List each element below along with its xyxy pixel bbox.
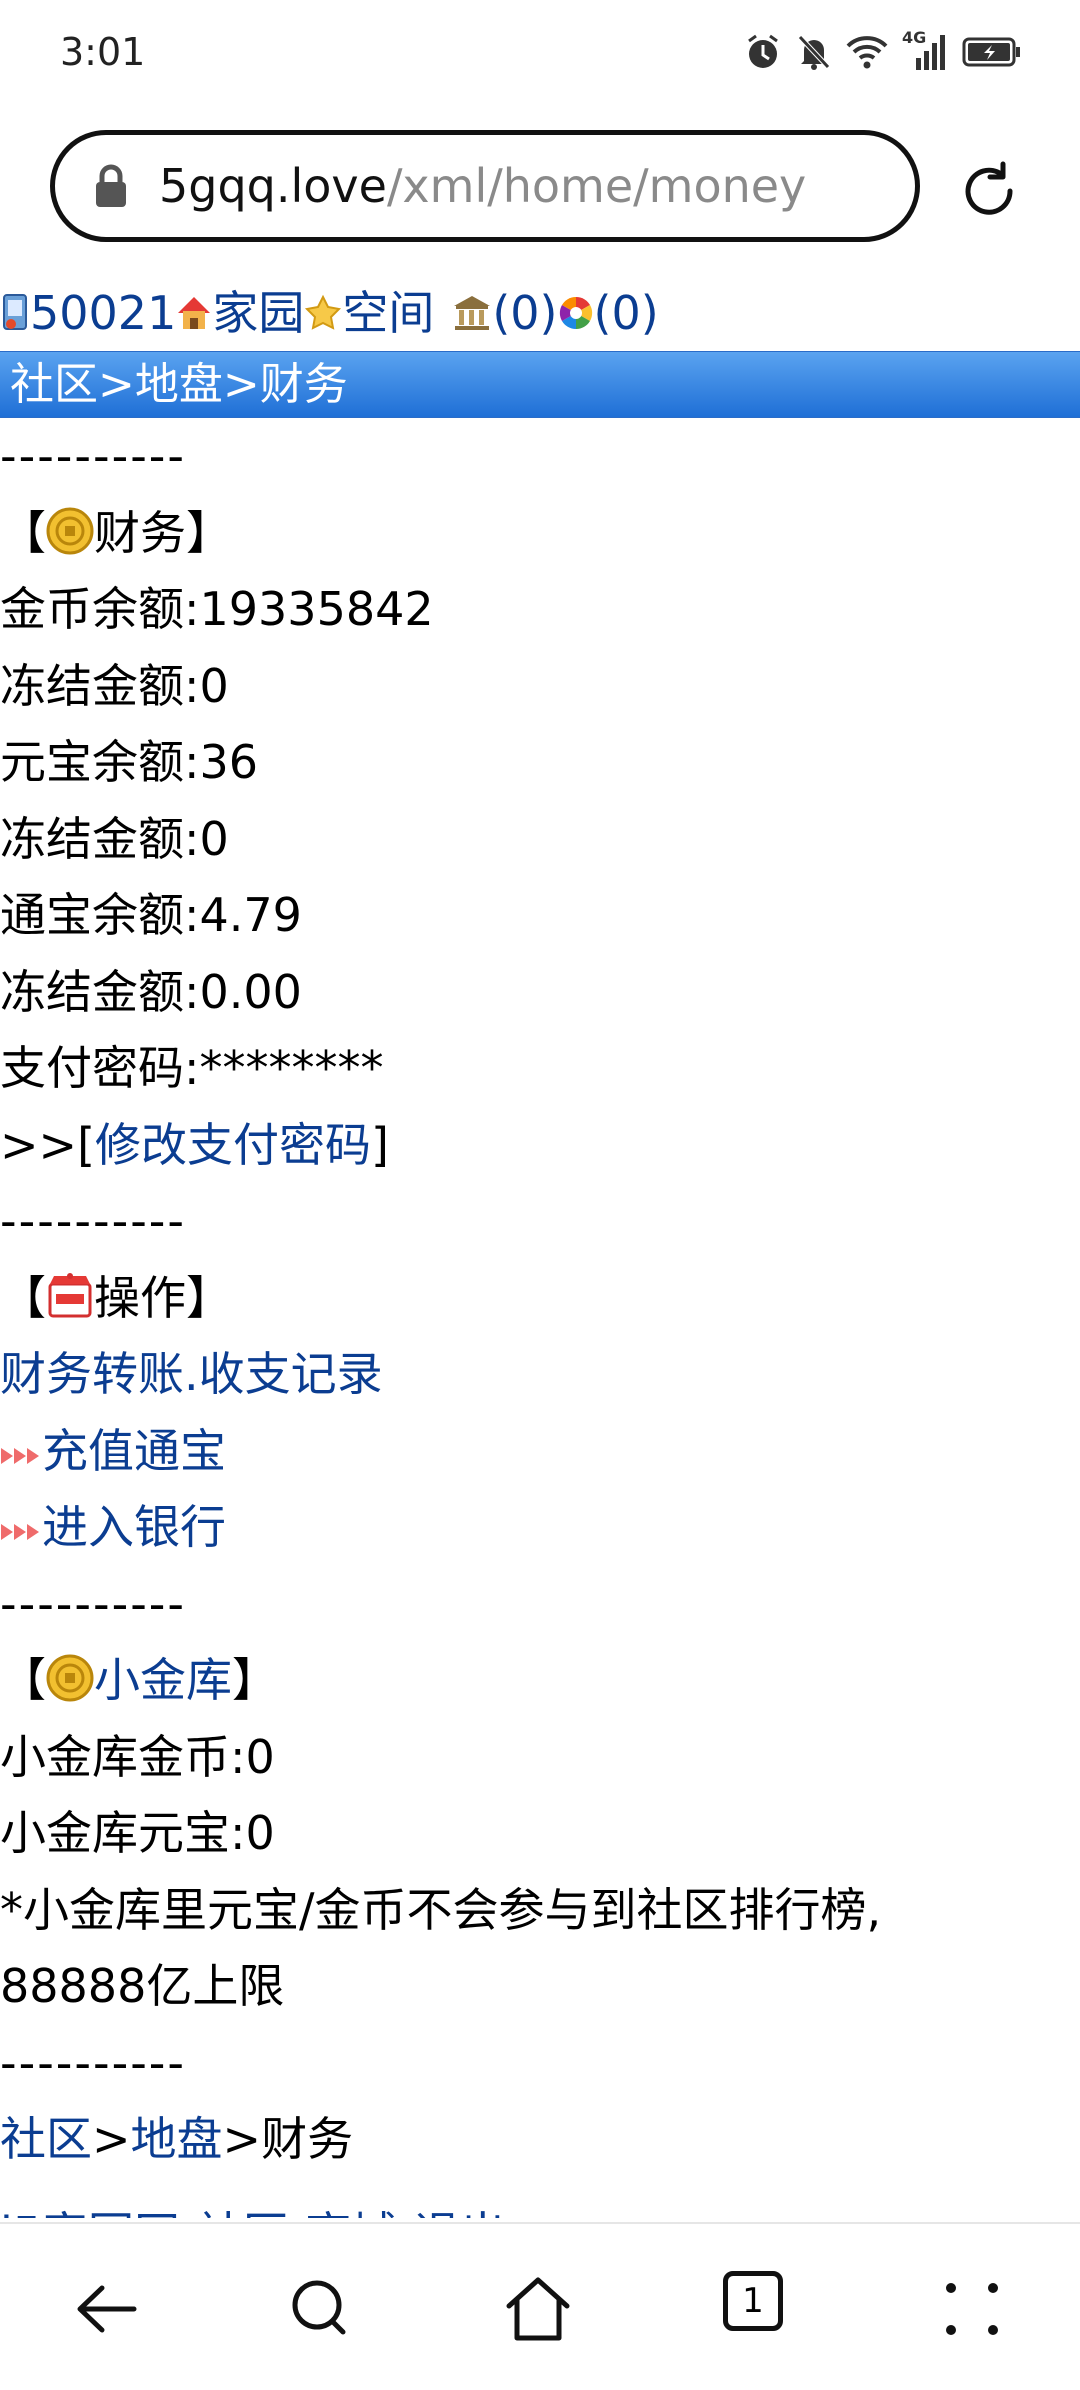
- mute-icon: [798, 35, 830, 70]
- bottom-community-link[interactable]: 社区: [0, 2112, 92, 2166]
- gold-coin-icon: [46, 1654, 94, 1702]
- divider: ----------: [0, 1194, 186, 1248]
- status-time: 3:01: [60, 30, 146, 74]
- finance-heading: 【财务】: [0, 495, 1080, 572]
- bottom-breadcrumb: 社区>地盘>财务: [0, 2101, 1080, 2178]
- tongbao-frozen: 冻结金额:0.00: [0, 964, 302, 1019]
- divider: ----------: [0, 2035, 186, 2090]
- bracket-open: 【: [0, 1270, 46, 1325]
- triple-arrow-icon: [1, 1447, 39, 1464]
- vault-yuanbao: 小金库元宝:0: [0, 1806, 275, 1860]
- breadcrumb-sep: >: [98, 359, 135, 410]
- vault-note-line1: *小金库里元宝/金币不会参与到社区排行榜,: [0, 1882, 882, 1937]
- bracket-open: 【: [0, 505, 46, 560]
- browser-bottom-bar: 1: [0, 2222, 1080, 2390]
- operation-title: 操作: [94, 1270, 186, 1325]
- breadcrumb-sep: >: [222, 359, 260, 410]
- bank-link[interactable]: 进入银行: [42, 1500, 226, 1554]
- recharge-row: 充值通宝: [0, 1413, 1080, 1490]
- status-icons: 4G: [744, 28, 1022, 74]
- transfer-link[interactable]: 财务转账: [0, 1347, 184, 1401]
- bracket-close: 】: [232, 1653, 278, 1707]
- home-link[interactable]: 家园: [212, 275, 304, 352]
- top-nav: 50021 家园 空间 (0) (0): [0, 275, 1080, 351]
- lock-icon: [96, 164, 126, 207]
- shop-icon: [48, 1272, 92, 1317]
- url-host: 5gqq.love: [159, 159, 387, 213]
- vault-title-link[interactable]: 小金库: [94, 1653, 232, 1707]
- modify-password-row: >>[修改支付密码]: [0, 1107, 1080, 1184]
- link-dot: .: [184, 1347, 199, 1401]
- modify-password-link[interactable]: 修改支付密码: [95, 1118, 371, 1172]
- breadcrumb-finance: 财务: [259, 359, 348, 410]
- vault-heading: 【小金库】: [0, 1642, 1080, 1719]
- wifi-icon: [846, 36, 888, 69]
- pay-password: 支付密码:********: [0, 1041, 384, 1095]
- reload-icon[interactable]: [958, 160, 1020, 222]
- bank-count-link[interactable]: (0): [492, 275, 557, 352]
- tongbao-balance: 通宝余额:4.79: [0, 888, 302, 942]
- bank-row: 进入银行: [0, 1489, 1080, 1566]
- home-icon: [178, 297, 211, 329]
- operation-heading: 【操作】: [0, 1260, 1080, 1337]
- yuanbao-balance: 元宝余额:36: [0, 735, 259, 789]
- recharge-link[interactable]: 充值通宝: [42, 1424, 226, 1478]
- yuanbao-frozen: 冻结金额:0: [0, 811, 229, 866]
- triple-arrow-icon: [1, 1524, 39, 1540]
- url-path: /xml/home/money: [386, 159, 807, 213]
- color-wheel-icon: [559, 296, 592, 330]
- bottom-finance-label: 财务: [261, 2112, 354, 2166]
- menu-dots-icon[interactable]: [937, 2274, 1007, 2344]
- vault-note-line2: 88888亿上限: [0, 1959, 285, 2013]
- bracket-close: 】: [186, 1270, 232, 1325]
- bracket-close: 】: [186, 505, 232, 560]
- gold-coin-icon: [46, 507, 94, 554]
- search-icon[interactable]: [286, 2274, 356, 2344]
- gold-balance: 金币余额:19335842: [0, 582, 434, 636]
- breadcrumb-sep: >: [92, 2112, 131, 2166]
- home-nav-icon[interactable]: [503, 2274, 573, 2344]
- breadcrumb-land[interactable]: 地盘: [135, 359, 223, 410]
- battery-icon: [962, 37, 1020, 67]
- user-phone-icon: [3, 294, 27, 330]
- transfer-row: 财务转账.收支记录: [0, 1336, 1080, 1413]
- star-icon: [305, 294, 342, 330]
- space-link[interactable]: 空间: [342, 275, 434, 352]
- footer-links-cut: i5家园网-社区-商城-退出: [0, 2178, 1080, 2218]
- divider: ----------: [0, 1576, 186, 1631]
- breadcrumb-sep: >: [222, 2112, 262, 2166]
- breadcrumb-bar: 社区>地盘>财务: [0, 351, 1080, 418]
- divider: ----------: [0, 429, 186, 483]
- user-id-link[interactable]: 50021: [30, 275, 176, 352]
- back-arrow-icon[interactable]: [72, 2274, 142, 2344]
- gold-frozen: 冻结金额:0: [0, 658, 229, 713]
- alarm-icon: [748, 34, 778, 68]
- bracket-open: 【: [0, 1653, 46, 1707]
- finance-title: 财务: [94, 505, 186, 560]
- message-count-link[interactable]: (0): [594, 275, 659, 352]
- modify-suffix: ]: [371, 1117, 389, 1172]
- bottom-land-link[interactable]: 地盘: [131, 2112, 223, 2166]
- modify-prefix: >>[: [0, 1117, 96, 1172]
- bank-icon: [454, 296, 491, 330]
- record-link[interactable]: 收支记录: [199, 1347, 383, 1401]
- url-text[interactable]: 5gqq.love/xml/home/money: [159, 159, 806, 213]
- page-content: 50021 家园 空间 (0) (0) 社区>地盘>财务 ---------- …: [0, 275, 1080, 2218]
- tab-count-button[interactable]: 1: [723, 2271, 783, 2331]
- breadcrumb-community[interactable]: 社区: [10, 359, 98, 410]
- signal-icon: 4G: [902, 28, 948, 72]
- address-bar[interactable]: 5gqq.love/xml/home/money: [50, 130, 920, 242]
- status-bar: 3:01 4G: [0, 0, 1080, 110]
- footer-links[interactable]: i5家园网-社区-商城-退出: [0, 2196, 506, 2218]
- vault-gold: 小金库金币:0: [0, 1729, 275, 1784]
